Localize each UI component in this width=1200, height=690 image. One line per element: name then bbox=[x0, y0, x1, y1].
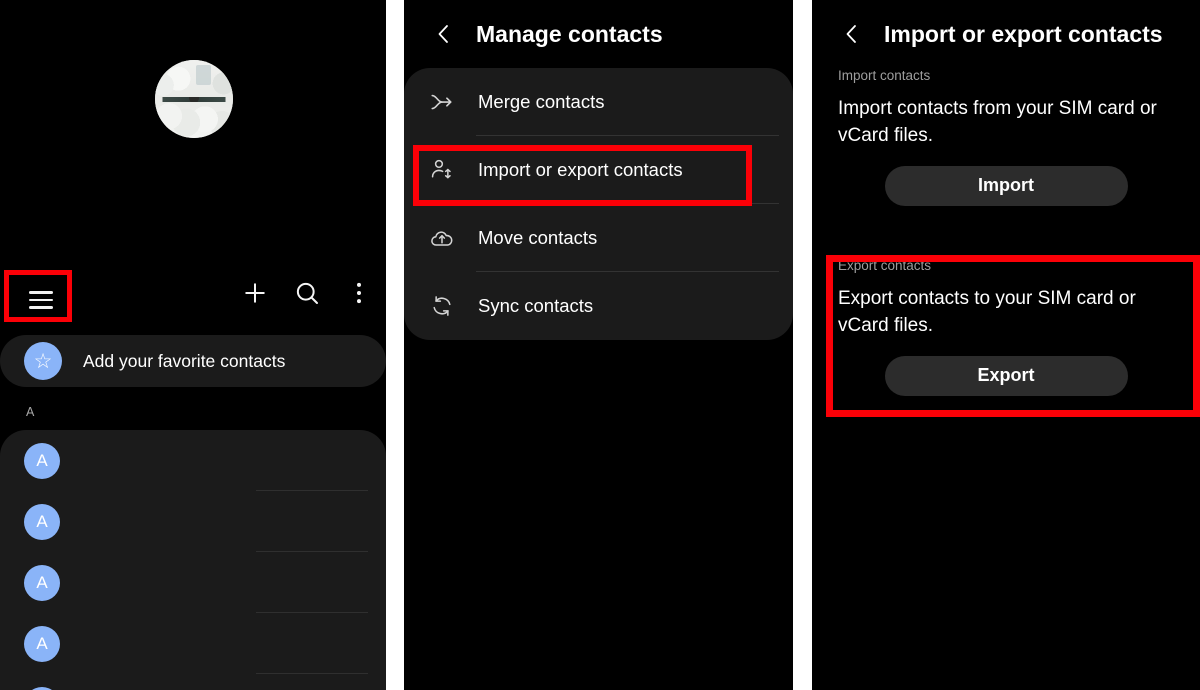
list-item[interactable]: A bbox=[0, 552, 386, 613]
export-contacts-section: Export contacts Export contacts to your … bbox=[812, 258, 1200, 396]
toolbar-actions bbox=[240, 278, 374, 308]
add-favorite-contacts-row[interactable]: ☆ Add your favorite contacts bbox=[0, 335, 386, 387]
profile-photo-image bbox=[155, 60, 233, 138]
export-button[interactable]: Export bbox=[885, 356, 1128, 396]
import-contacts-section: Import contacts Import contacts from you… bbox=[812, 68, 1200, 206]
person-transfer-icon bbox=[429, 157, 455, 183]
contacts-section-letter: A bbox=[26, 405, 34, 419]
contacts-list[interactable]: A A A A A bbox=[0, 430, 386, 690]
profile-photo-avatar[interactable] bbox=[155, 60, 233, 138]
panel-import-export-contacts: Import or export contacts Import contact… bbox=[812, 0, 1200, 690]
list-item[interactable]: A bbox=[0, 674, 386, 690]
menu-item-label: Move contacts bbox=[478, 227, 597, 249]
panel-contacts-home: ☆ Add your favorite contacts A A A A A bbox=[0, 0, 386, 690]
avatar: A bbox=[24, 443, 60, 479]
menu-item-sync-contacts[interactable]: Sync contacts bbox=[404, 272, 793, 340]
photo-window-detail bbox=[196, 65, 212, 85]
hamburger-highlight-box bbox=[4, 270, 72, 322]
list-item[interactable]: A bbox=[0, 430, 386, 491]
hamburger-line bbox=[29, 291, 53, 294]
list-item[interactable]: A bbox=[0, 491, 386, 552]
page-title: Manage contacts bbox=[476, 21, 663, 48]
menu-item-label: Sync contacts bbox=[478, 295, 593, 317]
search-icon[interactable] bbox=[292, 278, 322, 308]
screenshot-collage: ☆ Add your favorite contacts A A A A A bbox=[0, 0, 1200, 690]
menu-item-label: Import or export contacts bbox=[478, 159, 683, 181]
chevron-left-icon[interactable] bbox=[432, 22, 456, 46]
menu-item-merge-contacts[interactable]: Merge contacts bbox=[404, 68, 793, 136]
menu-item-label: Merge contacts bbox=[478, 91, 604, 113]
contacts-toolbar bbox=[0, 270, 386, 322]
cloud-upload-icon bbox=[429, 225, 455, 251]
hamburger-line bbox=[29, 299, 53, 302]
export-section-description: Export contacts to your SIM card or vCar… bbox=[838, 286, 1176, 340]
menu-item-move-contacts[interactable]: Move contacts bbox=[404, 204, 793, 272]
menu-item-import-or-export-contacts[interactable]: Import or export contacts bbox=[404, 136, 793, 204]
manage-contacts-header: Manage contacts bbox=[404, 0, 793, 68]
chevron-left-icon[interactable] bbox=[840, 22, 864, 46]
import-section-title: Import contacts bbox=[838, 68, 1200, 83]
avatar: A bbox=[24, 504, 60, 540]
import-export-header: Import or export contacts bbox=[812, 0, 1200, 68]
avatar: A bbox=[24, 565, 60, 601]
import-section-description: Import contacts from your SIM card or vC… bbox=[838, 96, 1176, 150]
add-favorite-contacts-label: Add your favorite contacts bbox=[83, 351, 285, 372]
more-vertical-icon[interactable] bbox=[344, 278, 374, 308]
import-button[interactable]: Import bbox=[885, 166, 1128, 206]
export-section-title: Export contacts bbox=[838, 258, 1200, 273]
panel-separator bbox=[793, 0, 812, 690]
plus-icon[interactable] bbox=[240, 278, 270, 308]
page-title: Import or export contacts bbox=[884, 21, 1163, 48]
hamburger-menu-icon[interactable] bbox=[29, 291, 53, 309]
panel-manage-contacts: Manage contacts Merge contacts bbox=[404, 0, 793, 690]
avatar: A bbox=[24, 626, 60, 662]
star-icon: ☆ bbox=[24, 342, 62, 380]
avatar: A bbox=[24, 687, 60, 690]
manage-contacts-menu: Merge contacts Import or export contacts bbox=[404, 68, 793, 340]
sync-refresh-icon bbox=[429, 293, 455, 319]
hamburger-line bbox=[29, 306, 53, 309]
merge-arrow-icon bbox=[429, 89, 455, 115]
panel-separator bbox=[386, 0, 404, 690]
list-item[interactable]: A bbox=[0, 613, 386, 674]
